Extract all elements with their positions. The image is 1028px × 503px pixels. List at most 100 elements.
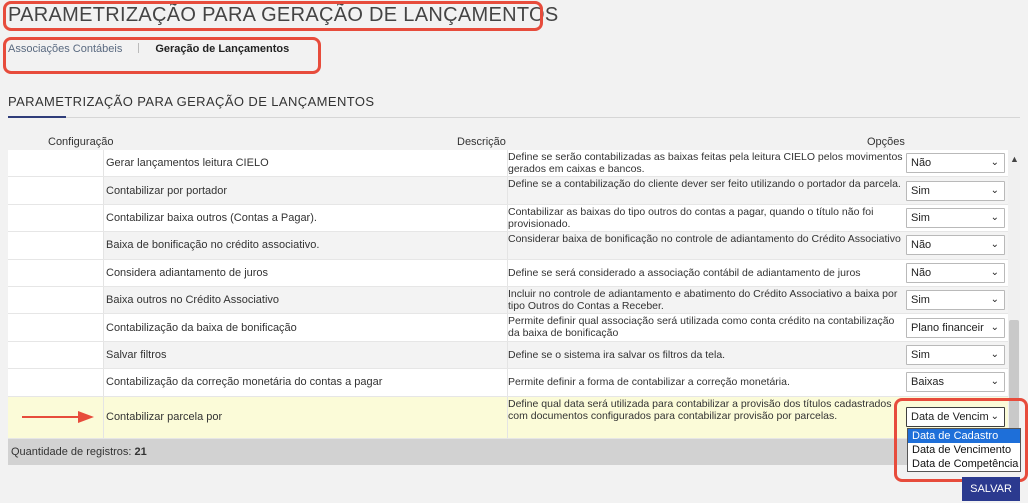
breadcrumb: Associações Contábeis Geração de Lançamen… xyxy=(8,43,289,55)
option-cell: Não ⌄ xyxy=(906,232,1008,258)
parameters-table: Gerar lançamentos leitura CIELO Define se… xyxy=(8,150,1008,439)
row-spacer-cell xyxy=(8,286,104,314)
row-spacer-cell xyxy=(8,177,104,204)
config-cell: Gerar lançamentos leitura CIELO xyxy=(106,157,269,170)
row-spacer-cell xyxy=(8,204,104,232)
description-cell: Define se o sistema ira salvar os filtro… xyxy=(507,341,907,369)
description-cell: Define qual data será utilizada para con… xyxy=(507,396,907,438)
option-select-value: Data de Vencim xyxy=(911,411,989,424)
table-row: Baixa de bonificação no crédito associat… xyxy=(8,232,1008,260)
option-select[interactable]: Plano financeir ⌄ xyxy=(906,317,1005,338)
page-title: PARAMETRIZAÇÃO PARA GERAÇÃO DE LANÇAMENT… xyxy=(8,4,559,26)
table-row: Gerar lançamentos leitura CIELO Define se… xyxy=(8,150,1008,178)
description-cell: Define se serão contabilizadas as baixas… xyxy=(507,150,907,177)
config-cell: Contabilização da correção monetária do … xyxy=(106,376,383,389)
caret-up-icon[interactable]: ▲ xyxy=(1010,154,1019,164)
description-cell: Permite definir qual associação será uti… xyxy=(507,314,907,341)
option-cell: Sim ⌄ xyxy=(906,342,1008,368)
breadcrumb-geracao[interactable]: Geração de Lançamentos xyxy=(155,43,289,55)
config-cell: Baixa de bonificação no crédito associat… xyxy=(106,239,320,252)
config-cell: Contabilizar parcela por xyxy=(106,411,223,424)
breadcrumb-separator xyxy=(138,43,140,53)
table-row: Contabilizar por portador Define se a con… xyxy=(8,177,1008,205)
option-cell: Sim ⌄ xyxy=(906,177,1008,203)
description-cell: Contabilizar as baixas do tipo outros do… xyxy=(507,204,907,232)
description-cell: Considerar baixa de bonificação no contr… xyxy=(507,232,907,259)
breadcrumb-associacoes[interactable]: Associações Contábeis xyxy=(8,43,122,55)
section-divider xyxy=(8,117,1020,118)
record-count-label: Quantidade de registros: xyxy=(11,446,132,458)
description-cell: Incluir no controle de adiantamento e ab… xyxy=(507,286,907,314)
chevron-down-icon: ⌄ xyxy=(990,157,999,169)
option-select[interactable]: Sim ⌄ xyxy=(906,180,1005,201)
chevron-down-icon: ⌄ xyxy=(990,239,999,251)
option-select-value: Não xyxy=(911,266,932,279)
option-select-value: Sim xyxy=(911,348,930,361)
chevron-down-icon: ⌄ xyxy=(990,294,999,306)
row-spacer-cell xyxy=(8,341,104,369)
chevron-down-icon: ⌄ xyxy=(990,411,999,423)
column-header-descricao: Descrição xyxy=(457,136,506,148)
column-header-opcoes: Opções xyxy=(867,136,905,148)
dropdown-option[interactable]: Data de Competência xyxy=(908,457,1020,471)
option-select[interactable]: Não ⌄ xyxy=(906,262,1005,283)
save-button[interactable]: SALVAR xyxy=(962,477,1020,501)
option-cell: Não ⌄ xyxy=(906,150,1008,176)
date-options-dropdown[interactable]: Data de Cadastro Data de Vencimento Data d… xyxy=(907,428,1021,472)
chevron-down-icon: ⌄ xyxy=(990,266,999,278)
table-row: Contabilizar parcela por Define qual data… xyxy=(8,396,1008,439)
row-spacer-cell xyxy=(8,259,104,286)
option-select-value: Baixas xyxy=(911,376,945,389)
option-select[interactable]: Não ⌄ xyxy=(906,153,1005,174)
dropdown-option[interactable]: Data de Vencimento xyxy=(908,443,1020,457)
option-select[interactable]: Não ⌄ xyxy=(906,235,1005,256)
option-cell: Sim ⌄ xyxy=(906,205,1008,231)
description-cell: Permite definir a forma de contabilizar … xyxy=(507,369,907,396)
table-scrollbar-thumb[interactable] xyxy=(1009,320,1019,438)
column-header-configuracao: Configuração xyxy=(48,136,114,148)
table-row: Contabilização da baixa de bonificação Pe… xyxy=(8,314,1008,342)
description-cell: Define se será considerado a associação … xyxy=(507,259,907,286)
dropdown-option[interactable]: Data de Cadastro xyxy=(908,429,1020,443)
description-cell: Define se a contabilização do cliente de… xyxy=(507,177,907,204)
option-select-value: Não xyxy=(911,239,932,252)
config-cell: Baixa outros no Crédito Associativo xyxy=(106,294,280,307)
option-select[interactable]: Sim ⌄ xyxy=(906,207,1005,228)
row-spacer-cell xyxy=(8,314,104,341)
option-select-value: Plano financeir xyxy=(911,321,984,334)
record-count-value: 21 xyxy=(134,446,147,458)
chevron-down-icon: ⌄ xyxy=(990,211,999,223)
table-row: Considera adiantamento de juros Define se… xyxy=(8,259,1008,287)
option-cell: Sim ⌄ xyxy=(906,287,1008,313)
record-count-bar: Quantidade de registros: 21 xyxy=(8,439,1020,465)
config-cell: Contabilização da baixa de bonificação xyxy=(106,321,297,334)
table-row: Salvar filtros Define se o sistema ira sa… xyxy=(8,341,1008,370)
table-row: Baixa outros no Crédito Associativo Inclu… xyxy=(8,286,1008,315)
chevron-down-icon: ⌄ xyxy=(990,321,999,333)
option-cell: Plano financeir ⌄ xyxy=(906,314,1008,340)
config-cell: Contabilizar por portador xyxy=(106,184,228,197)
table-row: Contabilização da correção monetária do … xyxy=(8,369,1008,397)
arrow-right-icon xyxy=(22,411,94,423)
chevron-down-icon: ⌄ xyxy=(990,376,999,388)
option-select-value: Sim xyxy=(911,184,930,197)
config-cell: Contabilizar baixa outros (Contas a Paga… xyxy=(106,211,317,224)
option-cell: Baixas ⌄ xyxy=(906,369,1008,395)
row-spacer-cell xyxy=(8,369,104,396)
config-cell: Considera adiantamento de juros xyxy=(106,266,269,279)
table-row: Contabilizar baixa outros (Contas a Paga… xyxy=(8,204,1008,233)
option-select-value: Sim xyxy=(911,294,930,307)
option-select[interactable]: Baixas ⌄ xyxy=(906,372,1005,393)
option-select[interactable]: Data de Vencim ⌄ xyxy=(906,407,1005,428)
chevron-down-icon: ⌄ xyxy=(990,348,999,360)
option-select-value: Não xyxy=(911,157,932,170)
row-spacer-cell xyxy=(8,150,104,177)
option-cell: Não ⌄ xyxy=(906,260,1008,286)
option-select-value: Sim xyxy=(911,211,930,224)
chevron-down-icon: ⌄ xyxy=(990,184,999,196)
row-spacer-cell xyxy=(8,232,104,259)
section-title: PARAMETRIZAÇÃO PARA GERAÇÃO DE LANÇAMENT… xyxy=(8,94,375,109)
config-cell: Salvar filtros xyxy=(106,348,167,361)
option-select[interactable]: Sim ⌄ xyxy=(906,290,1005,311)
option-select[interactable]: Sim ⌄ xyxy=(906,344,1005,365)
